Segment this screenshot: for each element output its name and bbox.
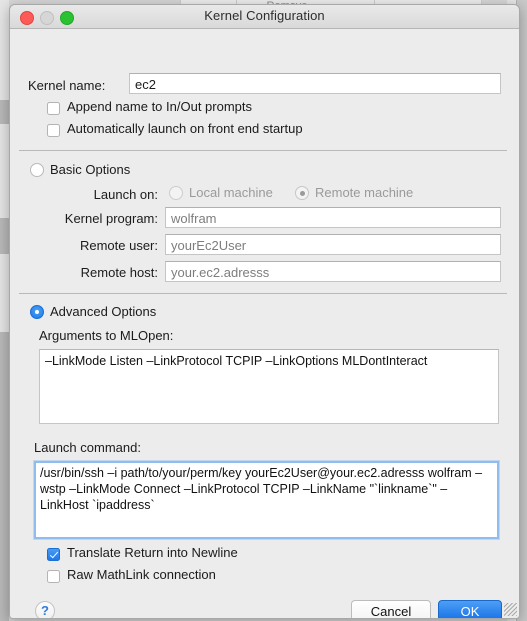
basic-options-label: Basic Options <box>50 162 131 177</box>
advanced-options-label: Advanced Options <box>50 304 157 319</box>
raw-mathlink-checkbox[interactable] <box>47 570 60 583</box>
arguments-textarea[interactable]: –LinkMode Listen –LinkProtocol TCPIP –Li… <box>39 349 499 424</box>
advanced-options-radio[interactable] <box>30 305 44 319</box>
kernel-name-label: Kernel name: <box>28 78 106 93</box>
remote-user-label: Remote user: <box>79 238 158 253</box>
translate-return-checkbox[interactable] <box>47 548 60 561</box>
ok-button[interactable]: OK <box>438 600 502 618</box>
auto-launch-checkbox[interactable] <box>47 124 60 137</box>
dialog-body: Kernel name: ec2 Append name to In/Out p… <box>10 29 519 618</box>
local-machine-radio[interactable] <box>169 186 183 200</box>
basic-options-radio[interactable] <box>30 163 44 177</box>
remote-user-input[interactable]: yourEc2User <box>165 234 501 255</box>
launch-command-label: Launch command: <box>34 440 141 455</box>
launch-on-label: Launch on: <box>93 187 158 202</box>
append-name-label: Append name to In/Out prompts <box>67 99 252 114</box>
kernel-program-input[interactable]: wolfram <box>165 207 501 228</box>
title-bar[interactable]: Kernel Configuration <box>10 5 519 29</box>
local-machine-label: Local machine <box>189 185 273 200</box>
resize-grip-icon[interactable] <box>504 603 517 616</box>
window-title: Kernel Configuration <box>204 8 325 23</box>
auto-launch-label: Automatically launch on front end startu… <box>67 121 303 136</box>
remote-machine-radio[interactable] <box>295 186 309 200</box>
kernel-program-label: Kernel program: <box>64 211 158 226</box>
background-left-block-1 <box>0 100 9 124</box>
kernel-name-input[interactable]: ec2 <box>129 73 501 94</box>
cancel-button[interactable]: Cancel <box>351 600 431 618</box>
append-name-checkbox[interactable] <box>47 102 60 115</box>
remote-machine-label: Remote machine <box>315 185 414 200</box>
translate-return-label: Translate Return into Newline <box>67 545 238 560</box>
kernel-configuration-dialog: Kernel Configuration Kernel name: ec2 Ap… <box>9 4 520 619</box>
background-left-block-2 <box>0 218 9 254</box>
remote-host-label: Remote host: <box>80 265 158 280</box>
launch-command-textarea[interactable]: /usr/bin/ssh –i path/to/your/perm/key yo… <box>34 461 499 539</box>
help-button[interactable]: ? <box>35 601 55 618</box>
raw-mathlink-label: Raw MathLink connection <box>67 567 216 582</box>
arguments-label: Arguments to MLOpen: <box>39 328 174 343</box>
screen: Remove Re Kernel Configuration Kernel na… <box>0 0 527 621</box>
separator-basic <box>19 150 507 151</box>
background-left-block-3 <box>0 332 9 621</box>
separator-advanced <box>19 293 507 294</box>
remote-host-input[interactable]: your.ec2.adresss <box>165 261 501 282</box>
